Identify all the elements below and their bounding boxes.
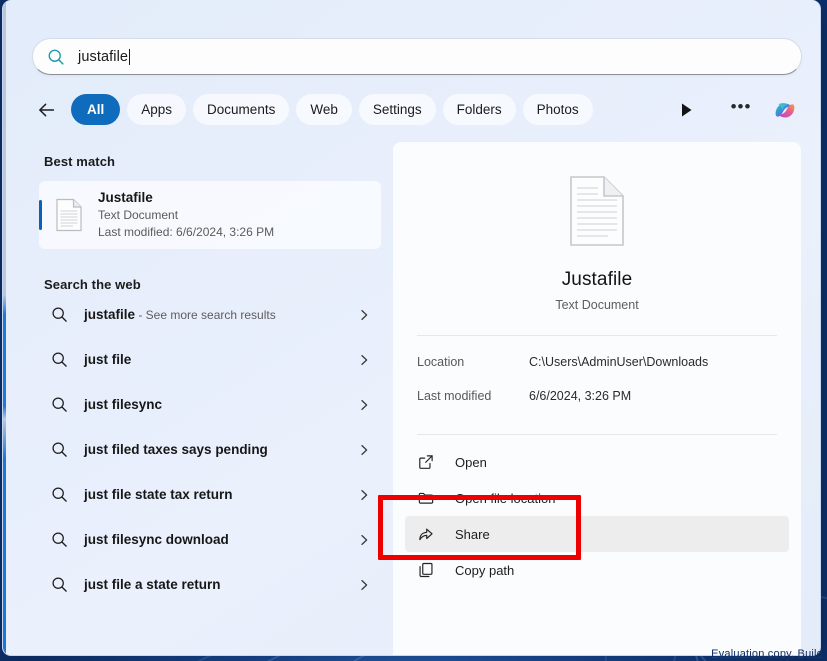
search-icon bbox=[52, 307, 67, 322]
search-input-value: justafile bbox=[78, 48, 129, 65]
action-share[interactable]: Share bbox=[405, 516, 789, 552]
search-icon bbox=[52, 532, 67, 547]
tab-documents[interactable]: Documents bbox=[193, 94, 290, 125]
chevron-right-icon bbox=[361, 309, 368, 320]
preview-file-title: Justafile bbox=[561, 269, 633, 290]
web-suggestion-label: just filesync bbox=[84, 397, 163, 412]
web-suggestion-label: just file bbox=[84, 352, 132, 367]
play-arrow-icon[interactable] bbox=[676, 100, 696, 120]
web-suggestion-label: just filesync download bbox=[84, 532, 229, 547]
preview-meta-label: Location bbox=[417, 355, 465, 369]
web-suggestion-list: justafile - See more search results just … bbox=[6, 292, 391, 607]
web-suggestion-item[interactable]: just file state tax return bbox=[39, 472, 379, 517]
filter-tab-bar: All Apps Documents Web Settings Folders … bbox=[36, 91, 802, 128]
chevron-right-icon bbox=[361, 489, 368, 500]
text-caret bbox=[129, 48, 131, 65]
text-document-icon bbox=[570, 176, 624, 246]
best-match-type: Text Document bbox=[98, 208, 179, 222]
tab-settings[interactable]: Settings bbox=[358, 94, 436, 125]
web-suggestion-label: just file state tax return bbox=[84, 487, 233, 502]
tab-apps[interactable]: Apps bbox=[127, 94, 187, 125]
web-suggestion-item[interactable]: just filed taxes says pending bbox=[39, 427, 379, 472]
search-results-column: Best match Justafile Text Document Last … bbox=[6, 142, 391, 655]
more-options-icon[interactable]: ••• bbox=[728, 97, 754, 123]
back-arrow-icon[interactable] bbox=[36, 99, 58, 121]
preview-meta-row: Last modified 6/6/2024, 3:26 PM bbox=[393, 381, 801, 411]
web-suggestion-label: just file a state return bbox=[84, 577, 221, 592]
action-copy-path[interactable]: Copy path bbox=[405, 552, 789, 588]
preview-meta-value: C:\Users\AdminUser\Downloads bbox=[529, 355, 709, 369]
evaluation-copy-watermark: Evaluation copy. Build bbox=[711, 648, 823, 660]
action-open-file-location[interactable]: Open file location bbox=[405, 480, 789, 516]
chevron-right-icon bbox=[361, 579, 368, 590]
best-match-modified: Last modified: 6/6/2024, 3:26 PM bbox=[98, 225, 275, 239]
search-the-web-header: Search the web bbox=[44, 277, 141, 292]
search-input[interactable]: justafile bbox=[32, 38, 802, 75]
tab-all[interactable]: All bbox=[71, 94, 121, 125]
best-match-result-item[interactable]: Justafile Text Document Last modified: 6… bbox=[39, 181, 381, 249]
search-icon bbox=[52, 487, 67, 502]
chevron-right-icon bbox=[361, 354, 368, 365]
text-document-icon bbox=[56, 198, 82, 232]
web-suggestion-suffix: - See more search results bbox=[135, 308, 276, 322]
tab-photos[interactable]: Photos bbox=[522, 94, 593, 125]
best-match-text-group: Justafile Text Document Last modified: 6… bbox=[98, 189, 274, 241]
web-suggestion-item[interactable]: just filesync download bbox=[39, 517, 379, 562]
tab-folders[interactable]: Folders bbox=[442, 94, 516, 125]
preview-divider-bottom bbox=[417, 434, 777, 435]
preview-metadata-block: Location C:\Users\AdminUser\Downloads Last… bbox=[393, 347, 801, 411]
share-icon bbox=[419, 528, 433, 541]
search-icon bbox=[52, 577, 67, 592]
copy-icon bbox=[419, 562, 433, 578]
web-suggestion-item[interactable]: just file a state return bbox=[39, 562, 379, 607]
tab-web[interactable]: Web bbox=[296, 94, 352, 125]
selection-indicator-bar bbox=[39, 200, 42, 230]
external-link-icon bbox=[419, 455, 433, 469]
web-suggestion-item[interactable]: just file bbox=[39, 337, 379, 382]
web-suggestion-item[interactable]: just filesync bbox=[39, 382, 379, 427]
preview-file-type: Text Document bbox=[555, 298, 639, 312]
action-open[interactable]: Open bbox=[405, 444, 789, 480]
file-preview-panel: Justafile Text Document Location C:\Users… bbox=[393, 142, 801, 655]
web-suggestion-label: justafile - See more search results bbox=[84, 307, 276, 322]
web-suggestion-item[interactable]: justafile - See more search results bbox=[39, 292, 379, 337]
action-label: Copy path bbox=[455, 562, 515, 578]
best-match-header: Best match bbox=[44, 154, 116, 169]
chevron-right-icon bbox=[361, 444, 368, 455]
folder-icon bbox=[418, 492, 434, 504]
preview-meta-value: 6/6/2024, 3:26 PM bbox=[529, 389, 632, 403]
search-icon bbox=[52, 352, 67, 367]
preview-divider-top bbox=[417, 335, 777, 336]
action-label: Share bbox=[455, 526, 490, 542]
search-icon bbox=[52, 397, 67, 412]
action-label: Open file location bbox=[455, 490, 556, 506]
web-suggestion-label: just filed taxes says pending bbox=[84, 442, 268, 457]
best-match-title: Justafile bbox=[98, 190, 153, 205]
desktop-background: justafile All Apps Documents Web Setting… bbox=[0, 0, 827, 661]
chevron-right-icon bbox=[361, 399, 368, 410]
search-icon bbox=[48, 49, 64, 65]
windows-search-flyout: justafile All Apps Documents Web Setting… bbox=[2, 0, 821, 656]
search-icon bbox=[52, 442, 67, 457]
preview-actions-block: Open Open file location Share Copy path bbox=[393, 444, 801, 588]
action-label: Open bbox=[455, 454, 487, 470]
copilot-icon[interactable] bbox=[770, 95, 800, 125]
search-box-container: justafile bbox=[32, 38, 802, 75]
preview-meta-row: Location C:\Users\AdminUser\Downloads bbox=[393, 347, 801, 377]
chevron-right-icon bbox=[361, 534, 368, 545]
preview-meta-label: Last modified bbox=[417, 389, 492, 403]
